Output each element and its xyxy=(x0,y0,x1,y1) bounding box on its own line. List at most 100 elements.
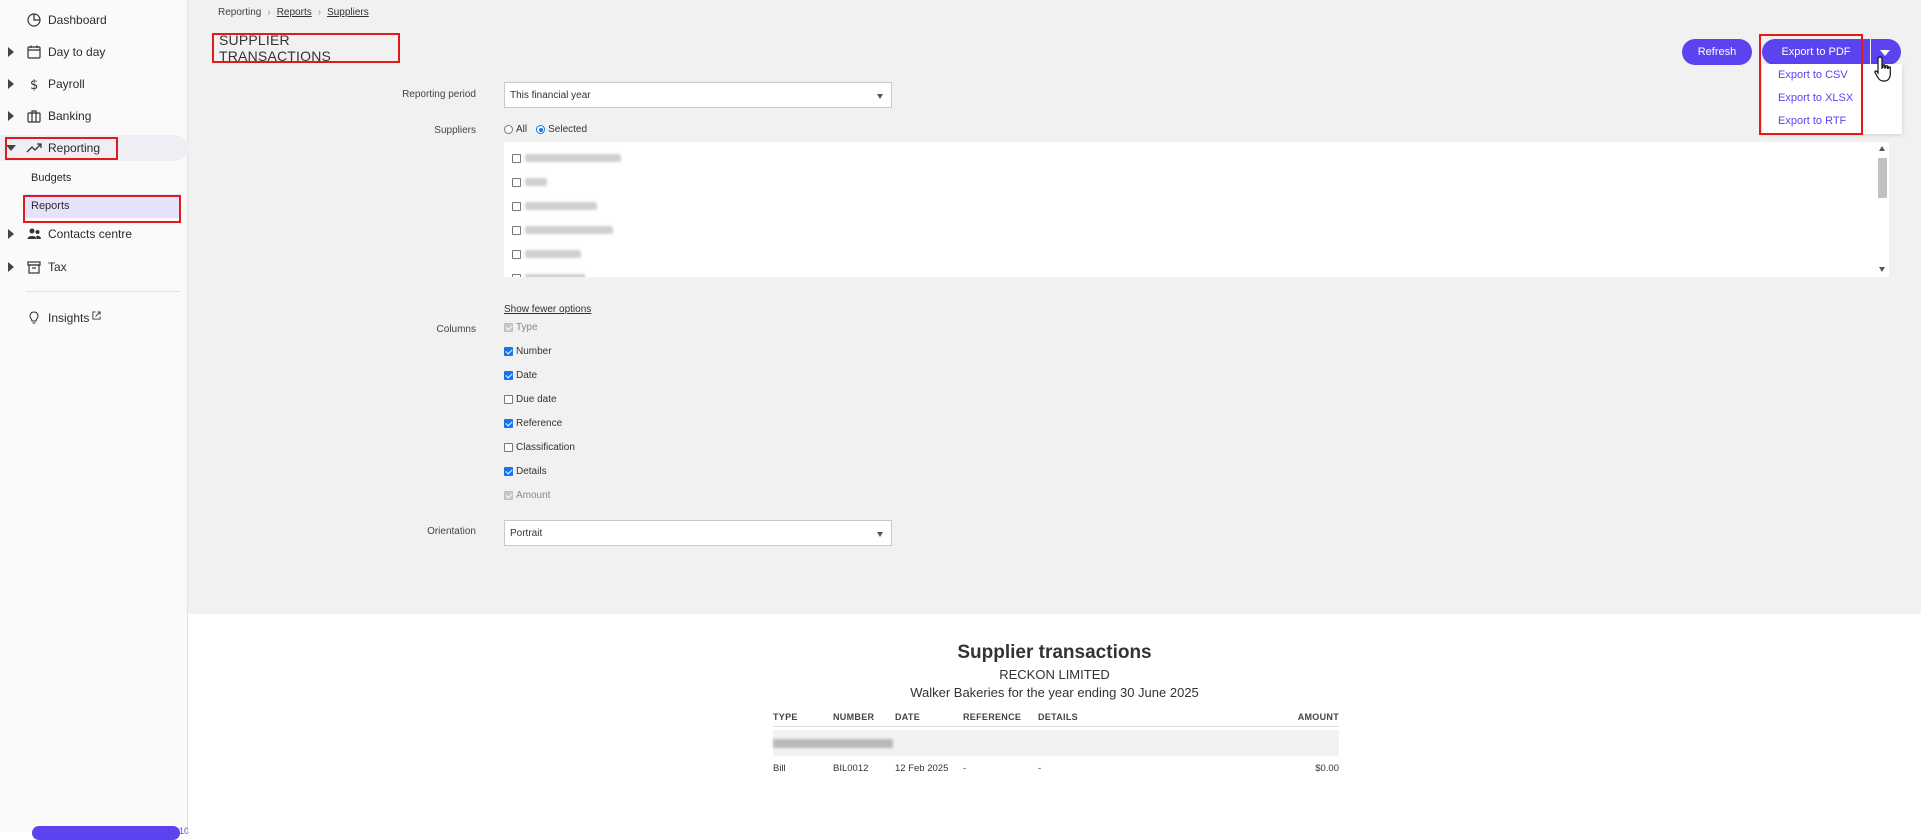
cell-date: 12 Feb 2025 xyxy=(895,763,949,774)
table-row: Bill BIL0012 12 Feb 2025 - - $0.00 xyxy=(773,756,1339,776)
breadcrumb-separator: › xyxy=(317,7,322,18)
nav-payroll[interactable]: $ Payroll xyxy=(0,71,188,97)
column-option-number[interactable]: Number xyxy=(504,346,552,357)
scroll-up-icon[interactable] xyxy=(1879,146,1885,151)
header-details: DETAILS xyxy=(1038,712,1078,722)
column-checkbox[interactable] xyxy=(504,467,513,476)
sidebar-item-reports[interactable]: Reports xyxy=(24,194,180,218)
column-checkbox[interactable] xyxy=(504,371,513,380)
supplier-list[interactable] xyxy=(504,142,1876,277)
supplier-item[interactable] xyxy=(512,247,581,261)
expand-icon[interactable] xyxy=(8,79,14,89)
nav-day-to-day[interactable]: Day to day xyxy=(0,39,188,65)
nav-reporting[interactable]: Reporting xyxy=(0,135,188,161)
reporting-period-label: Reporting period xyxy=(402,89,476,100)
dashboard-icon xyxy=(27,13,41,27)
refresh-button[interactable]: Refresh xyxy=(1682,39,1752,65)
sidebar-item-budgets[interactable]: Budgets xyxy=(24,166,180,190)
nav-label: Insights xyxy=(48,311,101,325)
redacted-supplier-name xyxy=(773,739,893,748)
nav-label: Contacts centre xyxy=(48,227,133,241)
column-label: Date xyxy=(516,370,538,381)
column-checkbox[interactable] xyxy=(504,443,513,452)
nav-label: Payroll xyxy=(48,77,85,91)
column-checkbox xyxy=(504,323,513,332)
bottom-action-button[interactable] xyxy=(32,826,180,840)
cell-details: - xyxy=(1038,763,1042,774)
column-option-due-date[interactable]: Due date xyxy=(504,394,557,405)
nav-dashboard[interactable]: Dashboard xyxy=(0,7,188,33)
reporting-period-select[interactable]: This financial year xyxy=(504,82,892,108)
nav-banking[interactable]: Banking xyxy=(0,103,188,129)
report-subtitle: Walker Bakeries for the year ending 30 J… xyxy=(910,685,1199,700)
export-xlsx-option[interactable]: Export to XLSX xyxy=(1778,92,1853,104)
column-checkbox xyxy=(504,491,513,500)
expand-icon[interactable] xyxy=(8,47,14,57)
contacts-icon xyxy=(27,228,41,239)
supplier-list-scrollbar[interactable] xyxy=(1876,142,1889,277)
expand-icon[interactable] xyxy=(8,111,14,121)
header-number: NUMBER xyxy=(833,712,875,722)
hand-cursor-icon xyxy=(1874,56,1891,82)
export-csv-option[interactable]: Export to CSV xyxy=(1778,69,1848,81)
archive-icon xyxy=(27,261,41,274)
lightbulb-icon xyxy=(29,311,39,324)
header-date: DATE xyxy=(895,712,921,722)
report-settings: Reporting › Reports › Suppliers SUPPLIER… xyxy=(188,0,1921,614)
supplier-checkbox[interactable] xyxy=(512,201,521,211)
supplier-checkbox[interactable] xyxy=(512,153,521,163)
export-pdf-button[interactable]: Export to PDF xyxy=(1762,39,1870,65)
orientation-select[interactable]: Portrait xyxy=(504,520,892,546)
trend-icon xyxy=(26,143,42,153)
column-option-classification[interactable]: Classification xyxy=(504,442,575,453)
column-option-details[interactable]: Details xyxy=(504,466,547,477)
supplier-checkbox[interactable] xyxy=(512,225,521,235)
column-checkbox[interactable] xyxy=(504,395,513,404)
column-option-type: Type xyxy=(504,322,538,333)
suppliers-selected-label: Selected xyxy=(548,124,588,135)
report-title: Supplier transactions xyxy=(957,642,1152,663)
column-label: Number xyxy=(516,346,552,357)
calendar-icon xyxy=(27,45,41,59)
column-checkbox[interactable] xyxy=(504,347,513,356)
breadcrumb-reporting[interactable]: Reporting xyxy=(218,7,261,18)
supplier-checkbox[interactable] xyxy=(512,273,521,277)
column-label: Amount xyxy=(516,490,551,501)
breadcrumb-reports[interactable]: Reports xyxy=(277,7,312,18)
supplier-item[interactable] xyxy=(512,151,621,165)
redacted-supplier-name xyxy=(525,178,547,186)
column-label: Classification xyxy=(516,442,575,453)
supplier-item[interactable] xyxy=(512,223,613,237)
column-checkbox[interactable] xyxy=(504,419,513,428)
nav-contacts-centre[interactable]: Contacts centre xyxy=(0,221,188,247)
nav-insights[interactable]: Insights xyxy=(0,305,188,331)
expand-icon[interactable] xyxy=(8,262,14,272)
nav-label: Dashboard xyxy=(48,13,107,27)
scroll-thumb[interactable] xyxy=(1878,158,1887,198)
supplier-item[interactable] xyxy=(512,199,597,213)
scroll-down-icon[interactable] xyxy=(1879,267,1885,272)
export-rtf-option[interactable]: Export to RTF xyxy=(1778,115,1846,127)
column-label: Reference xyxy=(516,418,563,429)
supplier-checkbox[interactable] xyxy=(512,249,521,259)
redacted-supplier-name xyxy=(525,250,581,258)
dropdown-arrow-icon xyxy=(877,532,883,537)
cell-reference: - xyxy=(963,763,967,774)
external-link-icon xyxy=(92,311,101,320)
suppliers-selected-radio[interactable] xyxy=(536,125,546,134)
nav-label: Day to day xyxy=(48,45,106,59)
column-option-date[interactable]: Date xyxy=(504,370,537,381)
report-table: TYPE NUMBER DATE REFERENCE DETAILS AMOUN… xyxy=(773,707,1339,776)
nav-tax[interactable]: Tax xyxy=(0,254,188,280)
expand-icon[interactable] xyxy=(8,229,14,239)
suppliers-all-radio[interactable] xyxy=(504,125,513,134)
redacted-supplier-name xyxy=(525,202,597,210)
supplier-item[interactable] xyxy=(512,175,547,189)
show-fewer-options-link[interactable]: Show fewer options xyxy=(504,304,591,315)
supplier-item[interactable] xyxy=(512,271,585,277)
column-option-amount: Amount xyxy=(504,490,550,501)
breadcrumb-suppliers[interactable]: Suppliers xyxy=(327,7,369,18)
collapse-icon[interactable] xyxy=(6,145,16,151)
supplier-checkbox[interactable] xyxy=(512,177,521,187)
column-option-reference[interactable]: Reference xyxy=(504,418,562,429)
